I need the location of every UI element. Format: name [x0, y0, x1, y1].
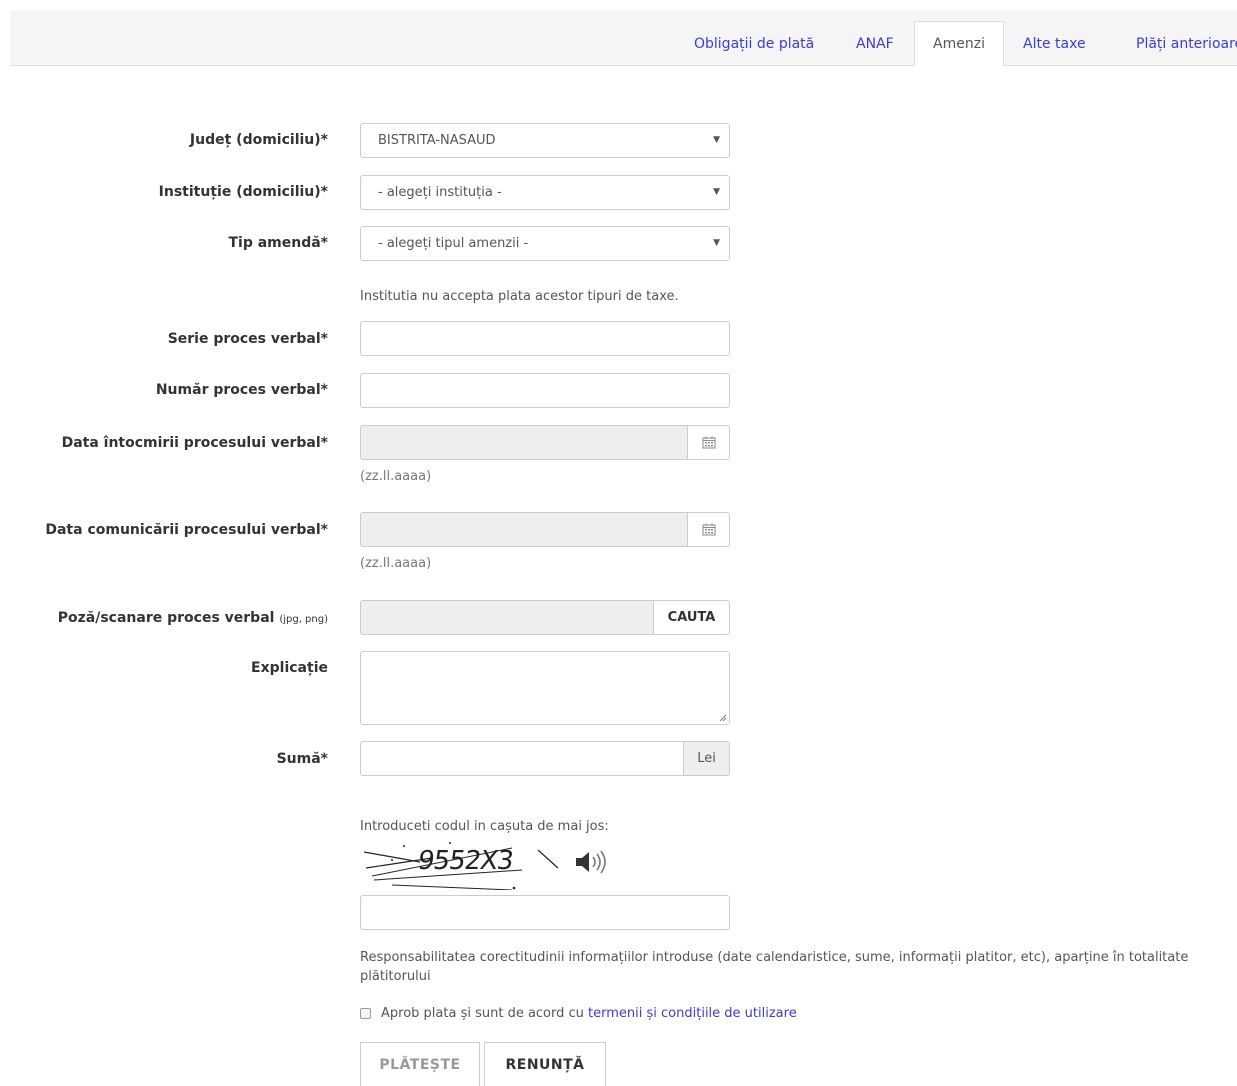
tab-amenzi[interactable]: Amenzi [914, 21, 1004, 66]
institutie-label: Instituție (domiciliu)* [158, 184, 328, 200]
data-intocmirii-group [360, 425, 730, 460]
tip-amenda-select[interactable]: - alegeți tipul amenzii - ▼ [360, 226, 730, 261]
terms-text: Aprob plata și sunt de acord cu [381, 1006, 584, 1021]
poza-label: Poză/scanare proces verbal (jpg, png) [0, 610, 328, 626]
chevron-down-icon: ▼ [713, 135, 720, 145]
poza-file-display [360, 600, 654, 635]
data-intocmirii-calendar-button[interactable] [688, 425, 730, 460]
tab-obligatii-de-plata[interactable]: Obligații de plată [676, 22, 832, 66]
institutie-selected-value: - alegeți instituția - [378, 185, 502, 200]
captcha-image: 9552X3 [362, 840, 562, 890]
poza-formats: (jpg, png) [279, 614, 328, 625]
poza-upload-group: CAUTA [360, 600, 730, 635]
tab-bar: Obligații de plată ANAF Amenzi Alte taxe… [10, 10, 1237, 66]
terms-row: Aprob plata și sunt de acord cu termenii… [360, 1006, 797, 1021]
captcha-input[interactable] [360, 895, 730, 930]
institutie-select[interactable]: - alegeți instituția - ▼ [360, 175, 730, 210]
suma-group: Lei [360, 741, 730, 776]
speaker-icon [576, 850, 606, 874]
data-intocmirii-label: Data întocmirii procesului verbal* [61, 435, 328, 451]
data-intocmirii-input[interactable] [360, 425, 688, 460]
data-comunicarii-group [360, 512, 730, 547]
chevron-down-icon: ▼ [713, 238, 720, 248]
explicatie-label: Explicație [251, 660, 328, 676]
captcha-audio-button[interactable] [573, 848, 611, 876]
serie-input[interactable] [360, 321, 730, 356]
chevron-down-icon: ▼ [713, 187, 720, 197]
terms-checkbox[interactable] [360, 1008, 371, 1019]
institution-warning: Institutia nu accepta plata acestor tipu… [360, 289, 679, 304]
resize-handle-icon [719, 714, 727, 722]
tab-alte-taxe[interactable]: Alte taxe [1005, 22, 1104, 66]
data-comunicarii-input[interactable] [360, 512, 688, 547]
judet-select[interactable]: BISTRITA-NASAUD ▼ [360, 123, 730, 158]
captcha-prompt: Introduceti codul in cașuta de mai jos: [360, 819, 609, 834]
data-comunicarii-calendar-button[interactable] [688, 512, 730, 547]
currency-addon: Lei [683, 741, 730, 776]
tip-amenda-selected-value: - alegeți tipul amenzii - [378, 236, 529, 251]
calendar-icon [702, 436, 715, 449]
date-format-hint: (zz.ll.aaaa) [360, 556, 432, 571]
judet-label: Județ (domiciliu)* [189, 132, 328, 148]
suma-input[interactable] [360, 741, 684, 776]
judet-selected-value: BISTRITA-NASAUD [378, 133, 496, 148]
data-comunicarii-label: Data comunicării procesului verbal* [45, 522, 328, 538]
suma-label: Sumă* [276, 751, 328, 767]
browse-button[interactable]: CAUTA [653, 600, 730, 635]
poza-label-text: Poză/scanare proces verbal [57, 610, 275, 626]
explicatie-textarea[interactable] [360, 651, 730, 725]
numar-input[interactable] [360, 373, 730, 408]
terms-link[interactable]: termenii și condițiile de utilizare [588, 1006, 797, 1021]
cancel-button[interactable]: RENUNȚĂ [484, 1042, 606, 1086]
date-format-hint: (zz.ll.aaaa) [360, 469, 432, 484]
pay-button[interactable]: PLĂTEȘTE [360, 1042, 480, 1086]
tip-amenda-label: Tip amendă* [228, 235, 328, 251]
tab-plati-anterioare[interactable]: Plăți anterioare [1118, 22, 1237, 66]
tab-anaf[interactable]: ANAF [838, 22, 912, 66]
captcha-code: 9552X3 [415, 846, 515, 876]
calendar-icon [702, 523, 715, 536]
responsibility-disclaimer: Responsabilitatea corectitudinii informa… [360, 950, 1189, 984]
serie-label: Serie proces verbal* [167, 331, 328, 347]
numar-label: Număr proces verbal* [155, 382, 328, 398]
